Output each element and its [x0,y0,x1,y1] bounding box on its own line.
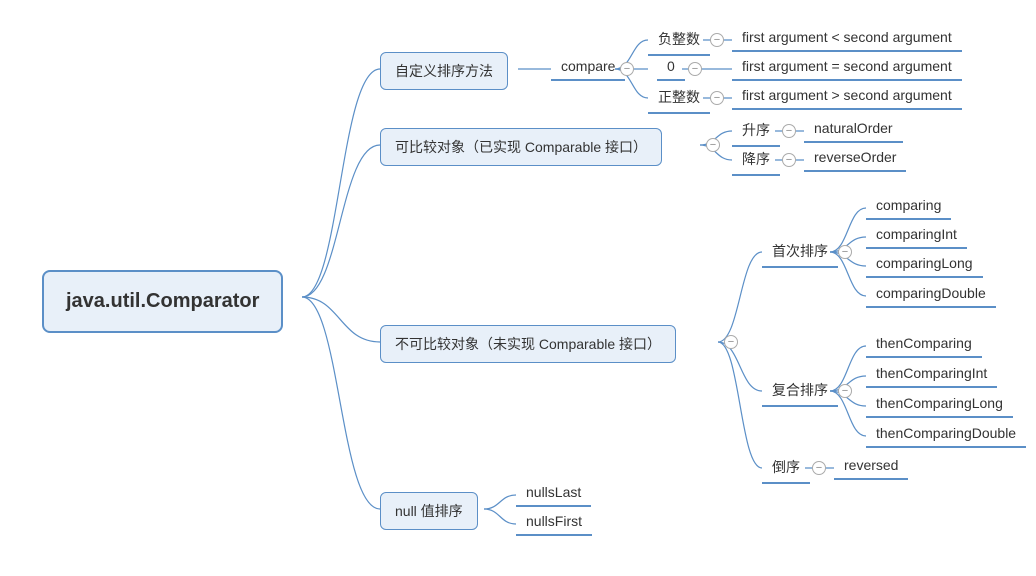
leaf-reverse-key[interactable]: 倒序 [762,453,810,484]
collapse-icon[interactable] [812,461,826,475]
collapse-icon[interactable] [782,124,796,138]
leaf-then-comparing-int: thenComparingInt [866,361,997,388]
leaf-nulls-last: nullsLast [516,480,591,507]
leaf-pos-int[interactable]: 正整数 [648,83,710,114]
leaf-comparing-double: comparingDouble [866,281,996,308]
leaf-then-comparing-long: thenComparingLong [866,391,1013,418]
leaf-then-comparing-double: thenComparingDouble [866,421,1026,448]
leaf-asc[interactable]: 升序 [732,116,780,147]
leaf-reversed: reversed [834,453,908,480]
leaf-desc[interactable]: 降序 [732,145,780,176]
root-node[interactable]: java.util.Comparator [42,270,283,333]
leaf-nulls-first: nullsFirst [516,509,592,536]
collapse-icon[interactable] [706,138,720,152]
leaf-neg-int[interactable]: 负整数 [648,25,710,56]
collapse-icon[interactable] [838,245,852,259]
group-first-sort[interactable]: 首次排序 [762,237,838,268]
branch-comparable[interactable]: 可比较对象（已实现 Comparable 接口） [380,128,662,166]
leaf-reverse-order: reverseOrder [804,145,906,172]
leaf-arg-greater: first argument > second argument [732,83,962,110]
group-compound-sort[interactable]: 复合排序 [762,376,838,407]
leaf-arg-less: first argument < second argument [732,25,962,52]
leaf-comparing: comparing [866,193,951,220]
collapse-icon[interactable] [710,91,724,105]
leaf-comparing-int: comparingInt [866,222,967,249]
branch-null-sort[interactable]: null 值排序 [380,492,478,530]
leaf-compare[interactable]: compare [551,54,625,81]
collapse-icon[interactable] [620,62,634,76]
collapse-icon[interactable] [838,384,852,398]
collapse-icon[interactable] [710,33,724,47]
branch-not-comparable[interactable]: 不可比较对象（未实现 Comparable 接口） [380,325,676,363]
branch-custom-sort[interactable]: 自定义排序方法 [380,52,508,90]
collapse-icon[interactable] [688,62,702,76]
leaf-arg-equal: first argument = second argument [732,54,962,81]
collapse-icon[interactable] [782,153,796,167]
leaf-natural-order: naturalOrder [804,116,903,143]
leaf-zero[interactable]: 0 [657,54,685,81]
collapse-icon[interactable] [724,335,738,349]
leaf-comparing-long: comparingLong [866,251,983,278]
leaf-then-comparing: thenComparing [866,331,982,358]
